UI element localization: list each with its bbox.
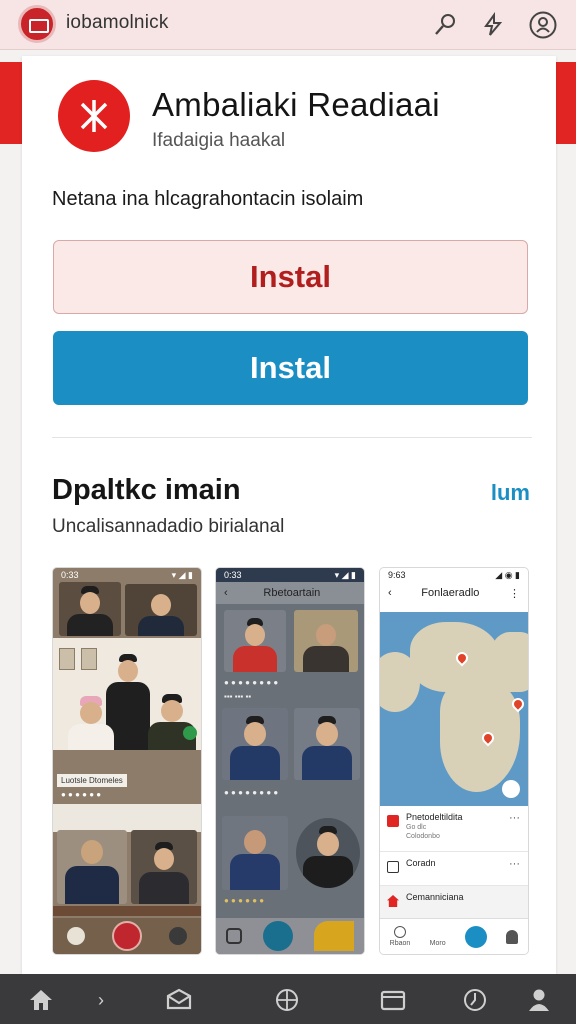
- map-view[interactable]: [380, 612, 528, 806]
- screenshot-nav-bar: [216, 918, 364, 954]
- list-item-title: Coradn: [406, 858, 436, 868]
- status-signal: ▾ ◢ ▮: [171, 570, 193, 580]
- profile-icon[interactable]: [528, 10, 558, 40]
- locate-icon[interactable]: [502, 780, 520, 798]
- more-icon[interactable]: ···: [509, 858, 520, 870]
- photo-tile: [296, 818, 360, 888]
- screenshots-section-title: Dpaltkc imain: [52, 474, 241, 506]
- lightning-icon[interactable]: [478, 10, 508, 40]
- home-icon: [226, 928, 243, 944]
- person-icon[interactable]: [524, 986, 554, 1014]
- photo-caption: Luotsle Dtomeles: [57, 774, 127, 787]
- app-description: Netana ina hlcagrahontacin isolaim: [52, 188, 364, 210]
- group-photo: [53, 638, 201, 750]
- app-name: Ambaliaki Readiaai: [152, 86, 440, 123]
- status-signal: ▾ ◢ ▮: [334, 570, 356, 580]
- list-item[interactable]: Pnetodeltildita Go dlc Colodonbo ···: [380, 806, 528, 852]
- globe-icon[interactable]: [272, 986, 302, 1014]
- status-bar: 9:63 ◢ ◉ ▮: [380, 568, 528, 582]
- photo-tile: [294, 610, 358, 672]
- app-icon: [58, 80, 130, 152]
- pen-icon[interactable]: [430, 10, 460, 40]
- window-icon[interactable]: [378, 986, 408, 1014]
- status-time: 9:63: [388, 570, 406, 580]
- app-logo-icon[interactable]: [18, 5, 56, 43]
- bottom-navigation: ›: [0, 974, 576, 1024]
- list-item-title: Pnetodeltildita: [406, 812, 463, 822]
- status-bar: 0:33 ▾ ◢ ▮: [216, 568, 364, 582]
- photo-tile: [294, 708, 360, 780]
- screenshots-section-subtitle: Uncalisannadadio birialanal: [52, 516, 285, 537]
- home-icon: [387, 895, 399, 907]
- screenshots-section-link[interactable]: lum: [491, 480, 530, 506]
- photo-tile: [222, 816, 288, 890]
- install-outline-button[interactable]: Instal: [53, 240, 528, 314]
- place-icon: [387, 815, 399, 827]
- photo-tile: [125, 584, 197, 636]
- photo-tile: [59, 582, 121, 636]
- install-button[interactable]: Instal: [53, 331, 528, 405]
- screenshot-thumbnail[interactable]: 9:63 ◢ ◉ ▮ ‹ Fonlaeradlo ⋮ Pnetodeltildi…: [380, 568, 528, 954]
- heart-icon: [66, 927, 85, 945]
- reaction-dots: ● ● ● ● ● ● ● ●: [224, 678, 279, 687]
- photo-tile: [222, 708, 288, 780]
- screenshot-thumbnail[interactable]: 0:33 ▾ ◢ ▮ ‹ Rbetoartain ● ● ● ● ● ● ● ●…: [216, 568, 364, 954]
- list-item-sub: Colodonbo: [406, 833, 440, 840]
- more-icon: ⋮: [509, 587, 520, 600]
- blank-icon: [432, 926, 444, 938]
- reaction-dots: ● ● ● ● ● ●: [61, 790, 102, 799]
- record-icon: [111, 921, 142, 951]
- nav-label: Rbaon: [389, 940, 411, 947]
- app-subtitle: Ifadaigia haakal: [152, 130, 286, 151]
- person-icon: [506, 929, 519, 944]
- list-item[interactable]: Cemanniciana: [380, 886, 528, 920]
- inbox-icon[interactable]: [164, 986, 194, 1014]
- place-list: Pnetodeltildita Go dlc Colodonbo ··· Cor…: [380, 806, 528, 920]
- card-icon: [387, 861, 399, 873]
- list-item[interactable]: Coradn ···: [380, 852, 528, 886]
- clock-icon[interactable]: [460, 986, 490, 1014]
- profile-icon: [313, 921, 354, 951]
- top-app-bar: iobamolnick: [0, 0, 576, 50]
- map-icon: [393, 926, 406, 938]
- settings-icon: [169, 927, 188, 945]
- photo-tile: [131, 830, 197, 904]
- screenshot-header: ‹ Fonlaeradlo ⋮: [380, 582, 528, 604]
- list-item-sub: Go dlc: [406, 824, 427, 831]
- action-icon: [262, 921, 293, 951]
- navigate-icon: [464, 925, 487, 948]
- photo-tile: [57, 830, 127, 904]
- screenshot-header-title: Fonlaeradlo: [421, 587, 480, 599]
- list-item-title: Cemanniciana: [406, 892, 464, 902]
- status-signal: ◢ ◉ ▮: [495, 570, 520, 580]
- nav-label: Moro: [429, 940, 446, 947]
- chevron-right-icon[interactable]: ›: [86, 986, 116, 1014]
- more-icon[interactable]: ···: [509, 812, 520, 824]
- app-bar-title: iobamolnick: [66, 12, 169, 33]
- photo-tile: [224, 610, 286, 672]
- divider: [52, 437, 532, 438]
- home-icon[interactable]: [26, 986, 56, 1014]
- screenshot-nav-bar: Rbaon Moro: [380, 918, 528, 954]
- status-time: 0:33: [61, 570, 79, 580]
- status-time: 0:33: [224, 570, 242, 580]
- screenshot-thumbnail[interactable]: 0:33 ▾ ◢ ▮ ‹: [53, 568, 201, 954]
- screenshot-nav-bar: [53, 918, 201, 954]
- app-detail-card: Ambaliaki Readiaai Ifadaigia haakal Neta…: [22, 56, 556, 986]
- screenshot-header-title: Rbetoartain: [263, 587, 321, 599]
- status-bar: 0:33 ▾ ◢ ▮: [53, 568, 201, 582]
- screenshot-header: ‹ Rbetoartain: [216, 582, 364, 604]
